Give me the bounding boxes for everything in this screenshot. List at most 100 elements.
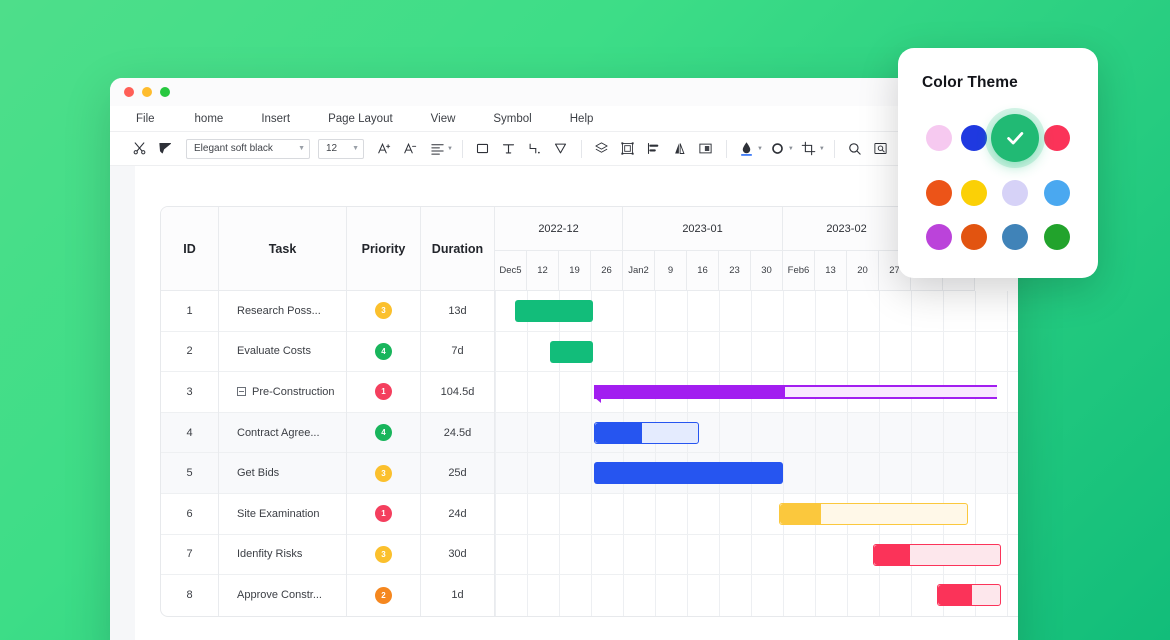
connector-icon[interactable]: [522, 136, 548, 162]
zoom-icon[interactable]: [842, 136, 868, 162]
timeline-row: [495, 493, 1018, 535]
pointer-icon[interactable]: [548, 136, 574, 162]
color-swatch-purple[interactable]: [926, 224, 953, 250]
timeline-day-label: Feb6: [783, 251, 815, 291]
timeline-day-label: 9: [655, 251, 687, 291]
task-duration-cell: 7d: [421, 332, 494, 373]
color-swatch-steel-blue[interactable]: [1002, 224, 1029, 250]
task-duration-cell: 104.5d: [421, 372, 494, 413]
gantt-task-bar[interactable]: [779, 502, 968, 525]
menu-item-help[interactable]: Help: [562, 113, 602, 125]
task-name-cell[interactable]: Get Bids: [219, 453, 346, 494]
scissors-icon[interactable]: [126, 136, 152, 162]
timeline-day-label: Jan2: [623, 251, 655, 291]
chevron-down-icon[interactable]: ▼: [447, 146, 453, 152]
menu-item-home[interactable]: home: [187, 113, 232, 125]
timeline-month-label: 2023-01: [623, 207, 783, 251]
font-size-select[interactable]: 12 ▼: [318, 138, 364, 159]
task-name-label: Approve Constr...: [237, 589, 322, 602]
window-titlebar: [110, 78, 1018, 106]
color-swatch-sky-blue[interactable]: [1043, 180, 1070, 206]
task-duration-cell: 30d: [421, 535, 494, 576]
color-swatch-lavender[interactable]: [1002, 180, 1029, 206]
chevron-down-icon[interactable]: ▼: [788, 146, 794, 152]
timeline-row: [495, 575, 1018, 616]
text-box-icon[interactable]: [496, 136, 522, 162]
task-name-cell[interactable]: Contract Agree...: [219, 412, 346, 454]
gantt-task-bar[interactable]: [514, 300, 594, 322]
color-swatch-orange-dark[interactable]: [960, 224, 987, 250]
task-id-cell: 3: [161, 372, 218, 413]
menu-item-page-layout[interactable]: Page Layout: [320, 113, 401, 125]
column-header-duration: Duration: [421, 207, 494, 291]
color-swatch-green[interactable]: [991, 114, 1040, 162]
task-name-cell[interactable]: Pre-Construction: [219, 372, 346, 413]
color-swatch-blue[interactable]: [960, 125, 987, 151]
flip-icon[interactable]: [667, 136, 693, 162]
task-name-cell[interactable]: Research Poss...: [219, 291, 346, 332]
timeline-day-label: 26: [591, 251, 623, 291]
color-swatch-red-pink[interactable]: [1043, 125, 1070, 151]
task-name-cell[interactable]: Approve Constr...: [219, 575, 346, 616]
gantt-bar-progress: [593, 387, 786, 398]
gantt-bar-progress: [780, 503, 821, 524]
priority-badge: 3: [375, 302, 392, 320]
maximize-window-button[interactable]: [160, 87, 170, 97]
menu-item-file[interactable]: File: [128, 113, 163, 125]
task-id-cell: 2: [161, 332, 218, 373]
priority-badge: 1: [375, 383, 392, 401]
task-name-cell[interactable]: Evaluate Costs: [219, 332, 346, 373]
menu-item-symbol[interactable]: Symbol: [485, 113, 539, 125]
color-swatch-yellow[interactable]: [960, 180, 987, 206]
color-swatch-green-dark[interactable]: [1043, 224, 1070, 250]
task-name-cell[interactable]: Site Examination: [219, 494, 346, 535]
color-swatch-orange-red[interactable]: [926, 180, 953, 206]
position-icon[interactable]: [693, 136, 719, 162]
gantt-task-bar[interactable]: [593, 462, 783, 485]
toolbar-divider: [725, 139, 727, 158]
find-replace-icon[interactable]: [868, 136, 894, 162]
timeline-row: [495, 372, 1018, 413]
align-left-icon[interactable]: [641, 136, 667, 162]
task-name-cell[interactable]: Idenfity Risks: [219, 535, 346, 576]
timeline-row: [495, 291, 1018, 332]
timeline-day-label: 16: [687, 251, 719, 291]
gantt-bar-progress: [937, 585, 973, 606]
increase-font-icon[interactable]: [372, 136, 398, 162]
task-duration-cell: 24.5d: [421, 412, 494, 454]
close-window-button[interactable]: [124, 87, 134, 97]
color-swatch-pink-light[interactable]: [926, 125, 953, 151]
gantt-task-bar[interactable]: [936, 584, 1001, 607]
task-priority-cell: 1: [347, 494, 420, 535]
gantt-task-bar[interactable]: [872, 543, 1001, 566]
font-family-select[interactable]: Elegant soft black ▼: [186, 138, 310, 159]
gantt-task-bar[interactable]: [550, 340, 594, 363]
layers-icon[interactable]: [589, 136, 615, 162]
color-theme-title: Color Theme: [922, 74, 1018, 91]
menu-item-insert[interactable]: Insert: [253, 113, 298, 125]
color-theme-panel: Color Theme: [898, 48, 1098, 278]
gantt-task-bar[interactable]: [593, 421, 699, 444]
font-family-value: Elegant soft black: [194, 143, 273, 154]
rectangle-icon[interactable]: [470, 136, 496, 162]
gantt-task-table: ID 12345678 Task Research Poss... Evaluat…: [161, 207, 495, 616]
gantt-summary-bar[interactable]: [593, 385, 997, 404]
gantt-bar-progress: [594, 422, 643, 443]
gantt-chart: ID 12345678 Task Research Poss... Evaluat…: [160, 206, 1018, 617]
task-name-label: Contract Agree...: [237, 426, 320, 439]
decrease-font-icon[interactable]: [398, 136, 424, 162]
collapse-toggle-icon[interactable]: [237, 387, 246, 397]
format-painter-icon[interactable]: [152, 136, 178, 162]
minimize-window-button[interactable]: [142, 87, 152, 97]
task-priority-cell: 3: [347, 291, 420, 332]
task-priority-cell: 4: [347, 412, 420, 454]
menu-item-view[interactable]: View: [423, 113, 464, 125]
chevron-down-icon[interactable]: ▼: [819, 146, 825, 152]
timeline-day-label: 19: [559, 251, 591, 291]
chevron-down-icon[interactable]: ▼: [757, 146, 763, 152]
priority-badge: 3: [375, 545, 392, 563]
column-header-id: ID: [161, 207, 218, 291]
group-icon[interactable]: [615, 136, 641, 162]
task-priority-cell: 2: [347, 575, 420, 616]
column-header-priority: Priority: [347, 207, 420, 291]
